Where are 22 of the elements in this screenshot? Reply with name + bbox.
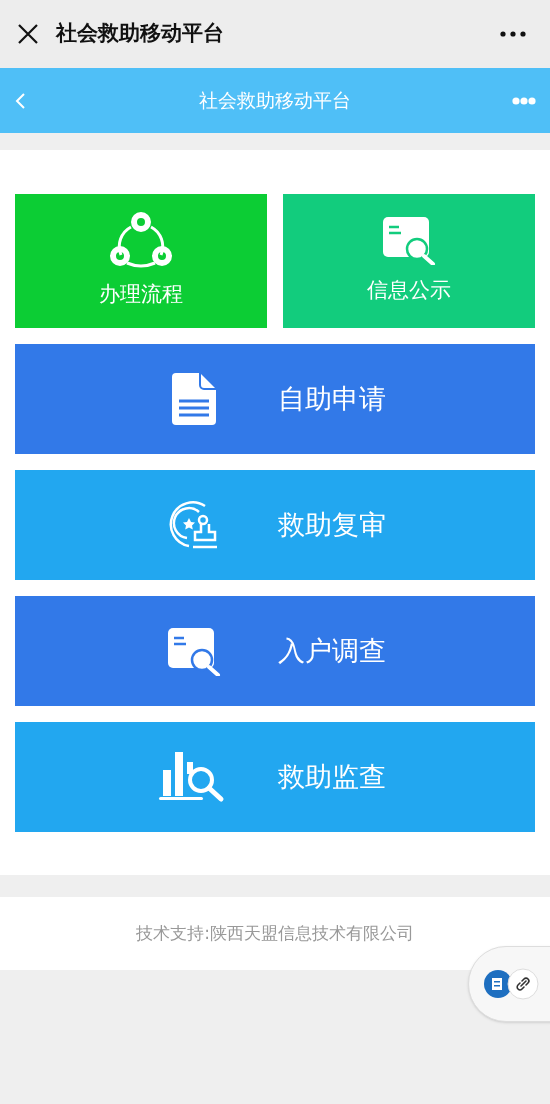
footer-text: 技术支持:陕西天盟信息技术有限公司	[136, 921, 414, 945]
close-icon[interactable]	[16, 22, 40, 46]
tile-label: 自助申请	[278, 381, 386, 416]
menu-tile[interactable]: 救助复审	[15, 470, 535, 580]
more-icon[interactable]	[500, 31, 526, 37]
window-title: 社会救助移动平台	[56, 20, 224, 48]
tile-label: 救助复审	[278, 507, 386, 542]
tile-label: 办理流程	[99, 281, 183, 309]
cycle-icon	[109, 211, 173, 270]
menu-tile[interactable]: 救助监查	[15, 722, 535, 832]
menu-tile[interactable]: 信息公示	[283, 194, 535, 328]
tile-label: 入户调查	[278, 633, 386, 668]
menu-tile[interactable]: 办理流程	[15, 194, 267, 328]
document-icon	[170, 371, 218, 427]
menu-tile[interactable]: 自助申请	[15, 344, 535, 454]
tile-label: 信息公示	[367, 277, 451, 305]
link-icon[interactable]	[507, 968, 539, 1000]
document-search-icon	[166, 626, 222, 676]
menu-tile[interactable]: 入户调查	[15, 596, 535, 706]
document-search-icon	[381, 215, 437, 266]
page-title: 社会救助移动平台	[199, 88, 351, 114]
tile-label: 救助监查	[278, 759, 386, 794]
